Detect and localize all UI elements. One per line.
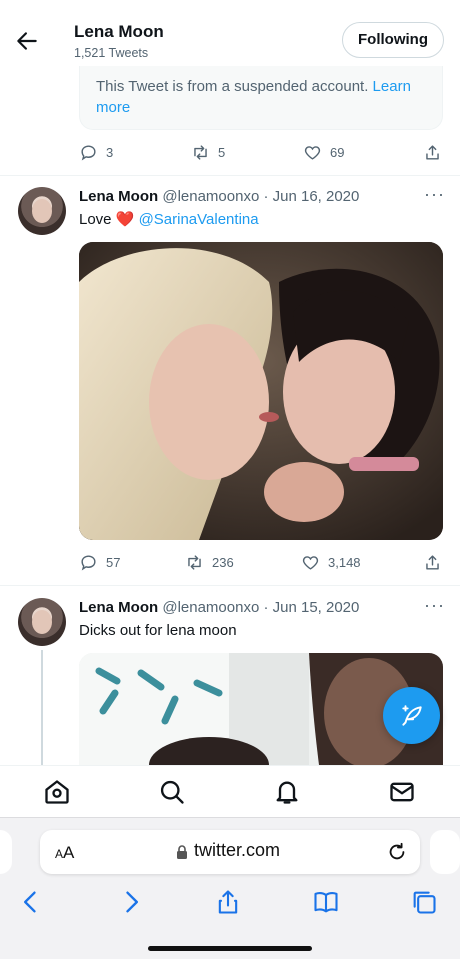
handle-date: @lenamoonxo · Jun 16, 2020 [162, 188, 360, 205]
tweet-body: Love [79, 211, 112, 228]
reply-icon [81, 555, 96, 571]
previous-tab[interactable] [0, 830, 12, 874]
forward-icon[interactable] [117, 888, 145, 916]
divider [0, 585, 460, 586]
notice-text: This Tweet is from a suspended account. [96, 78, 369, 95]
share-button[interactable] [423, 143, 442, 162]
home-indicator [148, 946, 312, 951]
tweet-text: Dicks out for lena moon [79, 622, 237, 639]
feather-plus-icon [401, 704, 422, 726]
browser-toolbar: AA twitter.com [0, 817, 460, 959]
like-count: 3,148 [328, 555, 361, 570]
reply-count: 57 [106, 555, 121, 570]
thread-line [41, 650, 43, 765]
messages-icon[interactable] [388, 778, 416, 806]
handle-date: @lenamoonxo · Jun 15, 2020 [162, 599, 360, 616]
retweet-count: 5 [218, 145, 226, 160]
more-options-icon[interactable]: ··· [424, 595, 445, 616]
reply-button[interactable]: 57 [79, 553, 120, 572]
avatar[interactable] [18, 598, 66, 646]
reply-count: 3 [106, 145, 114, 160]
retweet-button[interactable]: 236 [185, 553, 234, 572]
retweet-icon [188, 555, 201, 570]
tweet-actions: 3 5 69 [79, 143, 443, 165]
share-sheet-icon[interactable] [214, 888, 242, 916]
tabs-icon[interactable] [410, 888, 438, 916]
reply-icon [81, 145, 96, 161]
retweet-icon [194, 145, 207, 160]
retweet-count: 236 [212, 555, 234, 570]
back-arrow-icon[interactable] [14, 28, 40, 54]
notifications-icon[interactable] [273, 778, 301, 806]
tweet-photo[interactable] [79, 242, 443, 540]
share-icon [426, 555, 439, 570]
avatar[interactable] [18, 187, 66, 235]
profile-name: Lena Moon [74, 22, 164, 41]
reload-icon[interactable] [386, 841, 408, 863]
retweet-button[interactable]: 5 [191, 143, 225, 162]
author-name[interactable]: Lena Moon [79, 599, 158, 616]
like-button[interactable]: 69 [303, 143, 344, 162]
like-button[interactable]: 3,148 [301, 553, 361, 572]
tweet-header: Lena Moon @lenamoonxo · Jun 16, 2020 [79, 188, 359, 205]
reader-options-button[interactable]: AA [55, 843, 74, 863]
divider [0, 175, 460, 176]
author-name[interactable]: Lena Moon [79, 188, 158, 205]
home-icon[interactable] [43, 778, 71, 806]
reply-button[interactable]: 3 [79, 143, 113, 162]
lock-icon [177, 845, 187, 859]
photo-image [79, 242, 443, 540]
url-text: twitter.com [194, 840, 281, 860]
compose-tweet-button[interactable] [383, 687, 440, 744]
heart-emoji: ❤️ [115, 211, 135, 228]
bottom-navigation [0, 765, 460, 817]
tweet-actions: 57 236 3,148 [79, 553, 443, 575]
mention-link[interactable]: @SarinaValentina [139, 211, 259, 228]
share-button[interactable] [423, 553, 442, 572]
heart-icon [302, 556, 319, 570]
next-tab[interactable] [430, 830, 460, 874]
address-bar[interactable]: AA twitter.com [40, 830, 420, 874]
suspended-account-notice: This Tweet is from a suspended account. … [79, 66, 443, 130]
back-icon[interactable] [17, 888, 45, 916]
bookmarks-icon[interactable] [312, 888, 340, 916]
profile-header: Lena Moon 1,521 Tweets Following [0, 0, 460, 70]
heart-icon [304, 146, 321, 160]
tweet-count: 1,521 Tweets [74, 46, 149, 60]
tweet-text: Love ❤️ @SarinaValentina [79, 210, 259, 228]
tweet-header: Lena Moon @lenamoonxo · Jun 15, 2020 [79, 599, 359, 616]
like-count: 69 [330, 145, 345, 160]
more-options-icon[interactable]: ··· [424, 184, 445, 205]
following-button[interactable]: Following [342, 22, 444, 58]
share-icon [426, 145, 439, 160]
search-icon[interactable] [158, 778, 186, 806]
